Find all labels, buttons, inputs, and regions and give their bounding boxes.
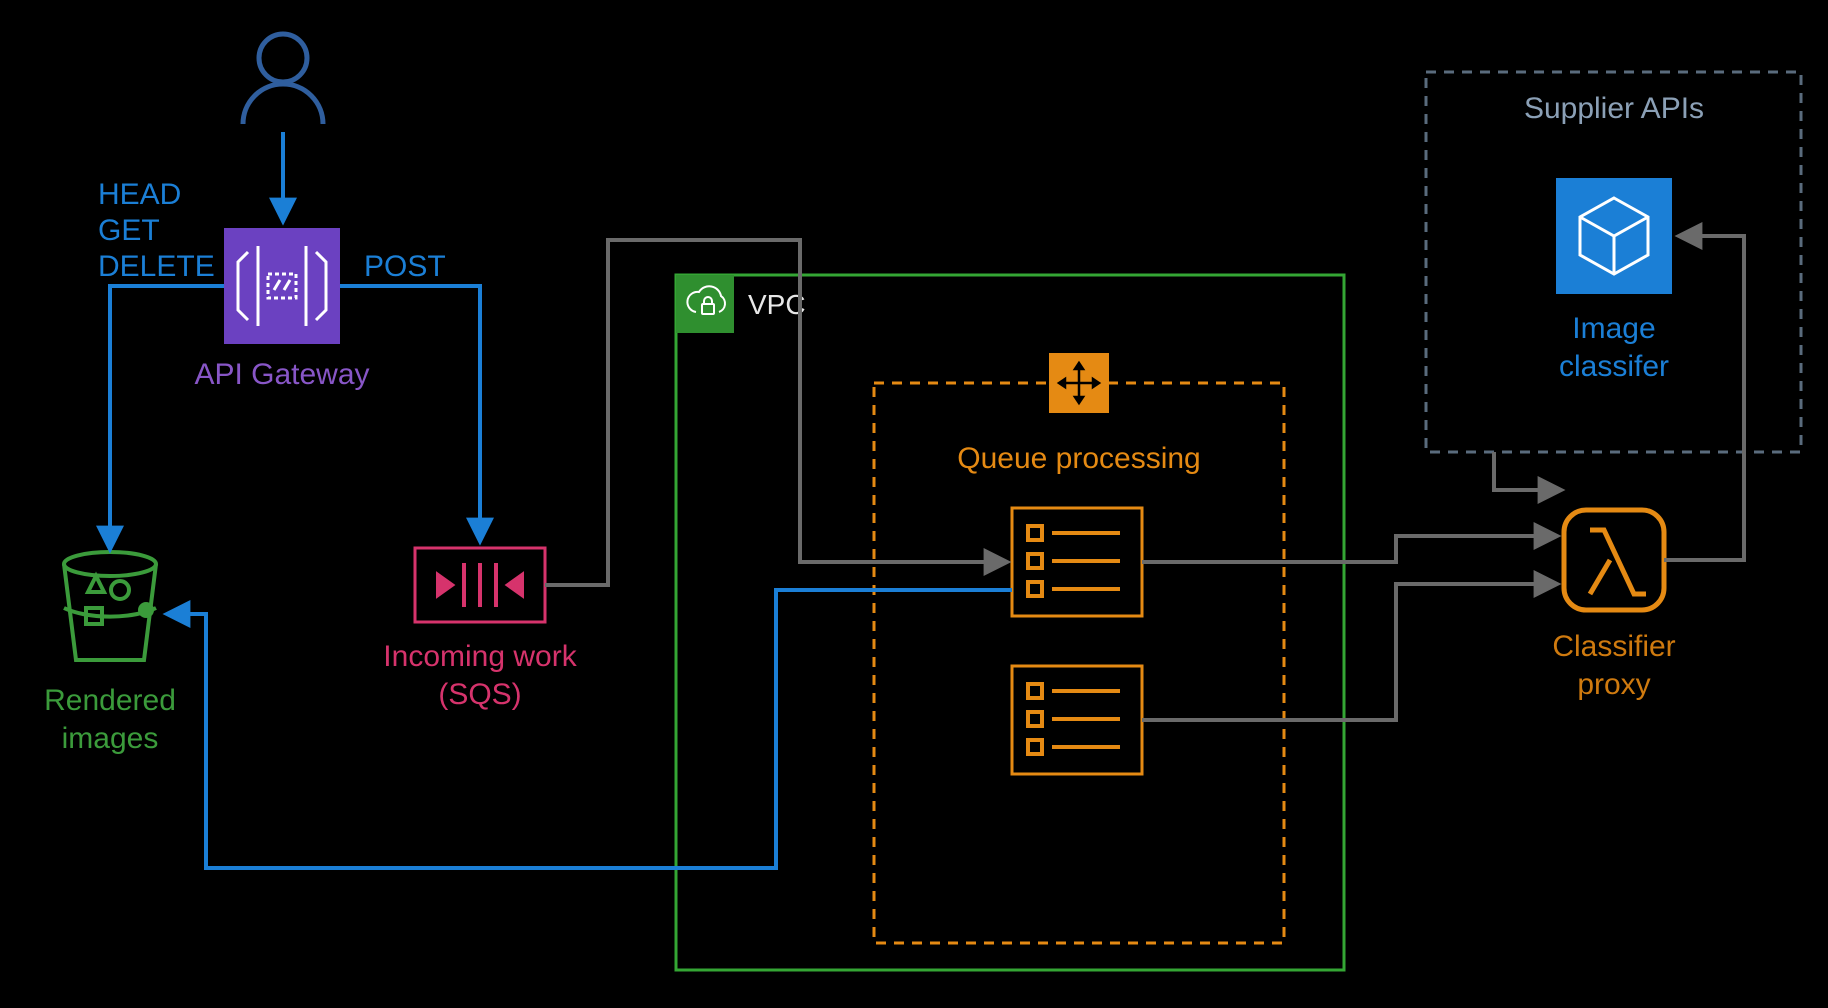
edge-task1-to-s3 [168,590,1012,868]
supplier-apis-label: Supplier APIs [1524,92,1704,125]
edge-post-label: POST [364,250,446,283]
edge-task2-to-lambda [1142,584,1556,720]
edge-delete-label: DELETE [98,250,215,283]
edge-get-label: GET [98,214,160,247]
image-classifier-node: Image classifer [1556,178,1672,383]
image-classifier-label-1: Image [1572,312,1655,345]
edge-lambda-to-classifier [1664,236,1744,560]
image-classifier-label-2: classifer [1559,350,1669,383]
ecs-task-2 [1012,666,1142,774]
autoscale-label: Queue processing [957,442,1201,475]
s3-label-2: images [62,722,159,755]
edge-task1-to-lambda [1142,536,1556,562]
api-gateway-node: API Gateway [194,228,369,391]
edge-apigw-to-s3 [110,286,224,548]
api-gateway-label: API Gateway [194,358,369,391]
edge-head-label: HEAD [98,178,181,211]
s3-label-1: Rendered [44,684,176,717]
edge-classifier-to-lambda [1494,452,1560,490]
sqs-node: Incoming work (SQS) [383,548,577,711]
autoscale-group: Queue processing [874,353,1284,943]
user-icon [243,34,323,124]
s3-node: Rendered images [44,552,176,755]
lambda-node: Classifier proxy [1552,510,1675,701]
sqs-label-1: Incoming work [383,640,577,673]
edge-apigw-to-sqs [340,286,480,540]
lambda-label-1: Classifier [1552,630,1675,663]
vpc-label: VPC [748,289,806,320]
lambda-label-2: proxy [1577,668,1650,701]
sqs-label-2: (SQS) [438,678,521,711]
ecs-task-1 [1012,508,1142,616]
